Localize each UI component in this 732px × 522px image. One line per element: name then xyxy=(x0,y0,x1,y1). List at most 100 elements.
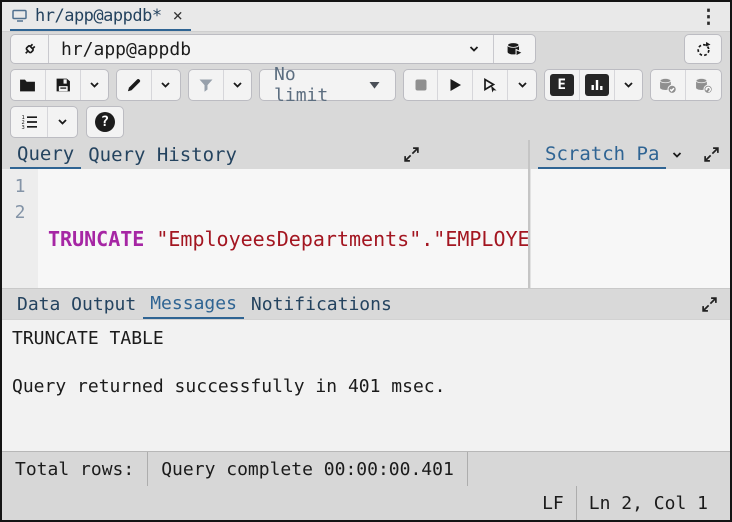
scratch-panel-tabs: Scratch Pa xyxy=(530,140,730,169)
refresh-connection-button[interactable] xyxy=(684,34,722,64)
macros-button[interactable]: 123 xyxy=(11,107,48,137)
eol-indicator[interactable]: LF xyxy=(530,486,576,520)
connection-bar: hr/app@appdb xyxy=(2,32,730,66)
tab-query[interactable]: Query xyxy=(10,140,81,169)
connection-select-value: hr/app@appdb xyxy=(61,39,191,60)
query-panel: Query Query History 1 2 TRUNCATE "Employe… xyxy=(2,140,530,288)
chevron-down-icon xyxy=(467,43,481,55)
kebab-menu-icon[interactable]: ⋮ xyxy=(699,6,718,28)
explain-dropdown[interactable] xyxy=(615,70,642,100)
database-commit-icon xyxy=(659,77,677,94)
chevron-down-icon xyxy=(516,79,529,91)
edit-button[interactable] xyxy=(117,70,152,100)
database-rollback-icon xyxy=(695,77,713,94)
rollback-button[interactable] xyxy=(686,70,721,100)
play-cursor-icon xyxy=(482,77,498,93)
play-icon xyxy=(447,77,463,93)
triangle-down-icon xyxy=(368,80,381,90)
tab-query-history[interactable]: Query History xyxy=(81,140,244,169)
status-row-2: LF Ln 2, Col 1 xyxy=(2,486,730,520)
scratch-pad-editor[interactable] xyxy=(530,169,730,288)
output-area: Data Output Messages Notifications TRUNC… xyxy=(2,289,730,451)
explain-icon: E xyxy=(550,74,574,96)
explain-analyze-button[interactable] xyxy=(580,70,615,100)
save-icon xyxy=(55,77,71,93)
line-number-gutter: 1 2 xyxy=(2,169,38,288)
plug-icon xyxy=(21,40,39,58)
explain-button[interactable]: E xyxy=(545,70,580,100)
numbered-list-icon: 123 xyxy=(21,114,38,130)
refresh-icon xyxy=(695,41,712,58)
cursor-position: Ln 2, Col 1 xyxy=(577,486,720,520)
scratch-pad-panel: Scratch Pa xyxy=(530,140,730,288)
code-line: TRUNCATE "EmployeesDepartments"."EMPLOYE xyxy=(48,226,528,252)
total-rows-label: Total rows: xyxy=(2,452,147,486)
file-button-group xyxy=(10,69,109,101)
sql-editor[interactable]: 1 2 TRUNCATE "EmployeesDepartments"."EMPL… xyxy=(2,169,528,288)
database-play-icon xyxy=(506,41,524,58)
query-complete-status: Query complete 00:00:00.401 xyxy=(148,452,467,486)
help-button[interactable]: ? xyxy=(86,106,124,138)
scratch-pad-dropdown[interactable] xyxy=(666,140,688,169)
folder-icon xyxy=(19,78,36,93)
status-bar: Total rows: Query complete 00:00:00.401 … xyxy=(2,451,730,520)
execute-button[interactable] xyxy=(438,70,473,100)
transaction-button-group xyxy=(650,69,722,101)
execute-dropdown[interactable] xyxy=(508,70,535,100)
save-options-dropdown[interactable] xyxy=(81,70,108,100)
stop-icon xyxy=(413,77,429,93)
execute-button-group xyxy=(403,69,537,101)
chevron-down-icon xyxy=(56,116,69,128)
chevron-down-icon xyxy=(88,79,101,91)
query-panel-tabs: Query Query History xyxy=(2,140,528,169)
expand-output-button[interactable] xyxy=(697,289,722,319)
tab-notifications[interactable]: Notifications xyxy=(244,289,399,319)
tab-messages[interactable]: Messages xyxy=(143,289,244,319)
new-connection-button[interactable] xyxy=(493,35,535,63)
connection-select[interactable]: hr/app@appdb xyxy=(49,35,493,63)
document-tab-bar: hr/app@appdb* × ⋮ xyxy=(2,2,730,32)
secondary-toolbar: 123 ? xyxy=(2,104,730,140)
expand-query-panel-button[interactable] xyxy=(399,140,424,169)
pencil-icon xyxy=(126,77,142,93)
tab-data-output[interactable]: Data Output xyxy=(10,289,143,319)
edit-button-group xyxy=(116,69,180,101)
macros-dropdown[interactable] xyxy=(48,107,77,137)
status-row-1: Total rows: Query complete 00:00:00.401 xyxy=(2,452,730,486)
line-number: 2 xyxy=(2,200,38,226)
svg-text:3: 3 xyxy=(21,125,24,130)
connection-group: hr/app@appdb xyxy=(10,34,536,64)
question-mark-icon: ? xyxy=(95,112,115,132)
row-limit-dropdown[interactable]: No limit xyxy=(259,69,395,101)
divider xyxy=(467,452,468,486)
tab-scratch-pad[interactable]: Scratch Pa xyxy=(538,140,666,169)
message-blank-line xyxy=(12,351,720,375)
output-tabs: Data Output Messages Notifications xyxy=(2,289,730,319)
connection-status-button[interactable] xyxy=(11,35,49,63)
message-line: TRUNCATE TABLE xyxy=(12,327,720,351)
macro-button-group: 123 xyxy=(10,106,78,138)
filter-icon xyxy=(198,78,214,93)
sql-code[interactable]: TRUNCATE "EmployeesDepartments"."EMPLOYE xyxy=(38,169,528,288)
messages-output[interactable]: TRUNCATE TABLE Query returned successful… xyxy=(2,319,730,451)
main-toolbar: No limit xyxy=(2,66,730,104)
commit-button[interactable] xyxy=(651,70,686,100)
save-file-button[interactable] xyxy=(46,70,81,100)
terminal-icon xyxy=(12,9,28,23)
message-line: Query returned successfully in 401 msec. xyxy=(12,375,720,399)
bar-chart-icon xyxy=(585,74,609,96)
sql-identifier: "EmployeesDepartments"."EMPLOYE xyxy=(156,227,528,251)
close-icon[interactable]: × xyxy=(173,6,183,26)
query-tool-window: hr/app@appdb* × ⋮ hr/app@appdb xyxy=(0,0,732,522)
filter-options-dropdown[interactable] xyxy=(224,70,251,100)
chevron-down-icon xyxy=(159,79,172,91)
edit-options-dropdown[interactable] xyxy=(152,70,179,100)
open-file-button[interactable] xyxy=(11,70,46,100)
sql-keyword: TRUNCATE xyxy=(48,227,144,251)
filter-button[interactable] xyxy=(189,70,224,100)
expand-scratch-pad-button[interactable] xyxy=(699,140,724,169)
stop-button[interactable] xyxy=(404,70,439,100)
execute-options-button[interactable] xyxy=(473,70,508,100)
query-document-tab[interactable]: hr/app@appdb* × xyxy=(10,2,191,31)
filter-button-group xyxy=(188,69,252,101)
